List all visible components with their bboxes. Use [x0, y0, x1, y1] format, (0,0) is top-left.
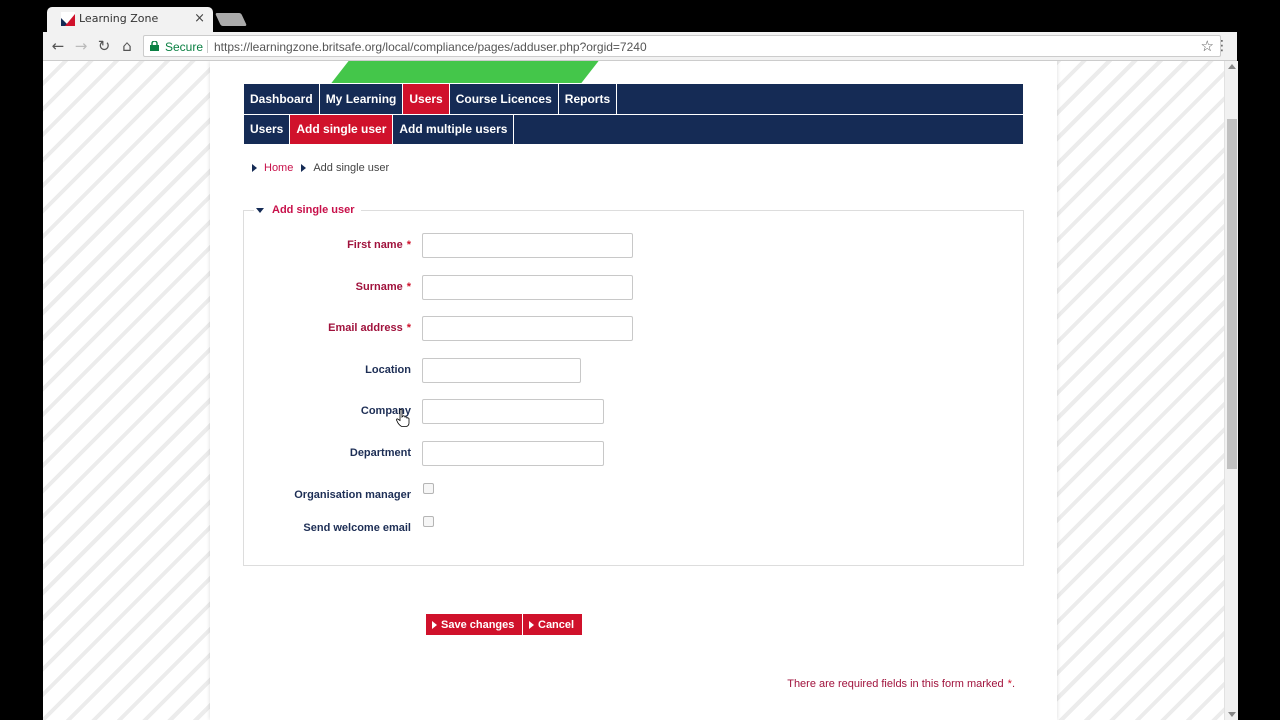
button-arrow-icon	[529, 620, 534, 629]
browser-menu-icon[interactable]: ⋮	[1215, 38, 1229, 54]
required-star-icon: *	[406, 281, 411, 293]
required-star-icon: *	[406, 322, 411, 334]
department-label: Department	[349, 447, 411, 459]
browser-tab[interactable]: Learning Zone ×	[47, 7, 213, 32]
email-label: Email address *	[328, 322, 411, 334]
breadcrumb-home-link[interactable]: Home	[264, 162, 293, 174]
logo-green-stripe	[331, 61, 599, 83]
email-input[interactable]	[422, 316, 633, 341]
lock-icon	[150, 41, 159, 51]
scroll-thumb[interactable]	[1227, 119, 1237, 469]
breadcrumb-arrow-icon	[252, 164, 257, 172]
company-row: Company	[244, 399, 1025, 425]
send-welcome-email-checkbox[interactable]	[423, 516, 434, 527]
button-arrow-icon	[432, 620, 437, 629]
reload-icon[interactable]: ↻	[95, 37, 113, 55]
department-input[interactable]	[422, 441, 604, 466]
britsafe-favicon-icon	[61, 12, 75, 26]
required-star-icon: *	[406, 239, 411, 251]
organisation-manager-row: Organisation manager	[244, 483, 1025, 509]
email-row: Email address *	[244, 316, 1025, 342]
forward-arrow-icon[interactable]: →	[72, 37, 90, 55]
add-user-fieldset: Add single user First name * Surname * Ema…	[243, 204, 1025, 566]
required-fields-note: There are required fields in this form m…	[787, 678, 1015, 690]
company-input[interactable]	[422, 399, 604, 424]
collapse-caret-icon	[256, 207, 264, 213]
primary-nav: Dashboard My Learning Users Course Licences…	[244, 84, 1023, 114]
first-name-row: First name *	[244, 233, 1025, 259]
tab-title: Learning Zone	[79, 12, 159, 25]
breadcrumb-current: Add single user	[313, 162, 390, 174]
screen-frame	[1238, 32, 1280, 720]
bookmark-star-icon[interactable]: ☆	[1201, 37, 1214, 55]
surname-label: Surname *	[355, 281, 411, 293]
cancel-label: Cancel	[538, 618, 575, 631]
surname-row: Surname *	[244, 275, 1025, 301]
fieldset-legend[interactable]: Add single user	[254, 204, 361, 216]
close-tab-icon[interactable]: ×	[194, 11, 205, 26]
address-bar[interactable]: Secure https://learningzone.britsafe.org…	[143, 35, 1221, 57]
location-row: Location	[244, 358, 1025, 384]
send-welcome-email-label: Send welcome email	[303, 522, 411, 534]
location-label: Location	[365, 364, 411, 376]
save-changes-button[interactable]: Save changes	[426, 614, 523, 635]
subnav-item-users[interactable]: Users	[244, 115, 291, 144]
nav-item-reports[interactable]: Reports	[559, 84, 618, 114]
nav-item-dashboard[interactable]: Dashboard	[244, 84, 320, 114]
legend-label: Add single user	[272, 204, 355, 216]
browser-tab-strip: Learning Zone ×	[0, 0, 1280, 32]
nav-item-users[interactable]: Users	[403, 84, 450, 114]
address-separator	[207, 40, 208, 53]
location-input[interactable]	[422, 358, 581, 383]
scroll-down-icon[interactable]	[1228, 712, 1236, 717]
secure-label: Secure	[165, 40, 204, 54]
nav-item-course-licences[interactable]: Course Licences	[450, 84, 559, 114]
page-viewport: Dashboard My Learning Users Course Licences…	[43, 61, 1224, 720]
back-arrow-icon[interactable]: ←	[49, 37, 67, 55]
home-icon[interactable]: ⌂	[118, 37, 136, 55]
save-changes-label: Save changes	[441, 618, 515, 631]
new-tab-button[interactable]	[214, 13, 248, 26]
subnav-item-add-single-user[interactable]: Add single user	[290, 115, 394, 144]
browser-toolbar: ← → ↻ ⌂ Secure https://learningzone.brit…	[43, 32, 1237, 61]
organisation-manager-label: Organisation manager	[294, 489, 411, 501]
send-welcome-email-row: Send welcome email	[244, 516, 1025, 542]
breadcrumb: Home Add single user	[252, 162, 389, 174]
url-text[interactable]: https://learningzone.britsafe.org/local/…	[214, 40, 647, 54]
page-scrollbar[interactable]	[1224, 61, 1238, 720]
first-name-label: First name *	[347, 239, 411, 251]
first-name-input[interactable]	[422, 233, 633, 258]
page-content: Dashboard My Learning Users Course Licences…	[210, 61, 1057, 720]
breadcrumb-arrow-icon	[301, 164, 307, 172]
hand-pointer-cursor-icon	[396, 409, 410, 427]
scroll-up-icon[interactable]	[1228, 64, 1236, 69]
cancel-button[interactable]: Cancel	[523, 614, 583, 635]
secondary-nav: Users Add single user Add multiple users	[244, 115, 1023, 144]
organisation-manager-checkbox[interactable]	[423, 483, 434, 494]
surname-input[interactable]	[422, 275, 633, 300]
subnav-item-add-multiple-users[interactable]: Add multiple users	[393, 115, 515, 144]
nav-item-my-learning[interactable]: My Learning	[320, 84, 404, 114]
department-row: Department	[244, 441, 1025, 467]
